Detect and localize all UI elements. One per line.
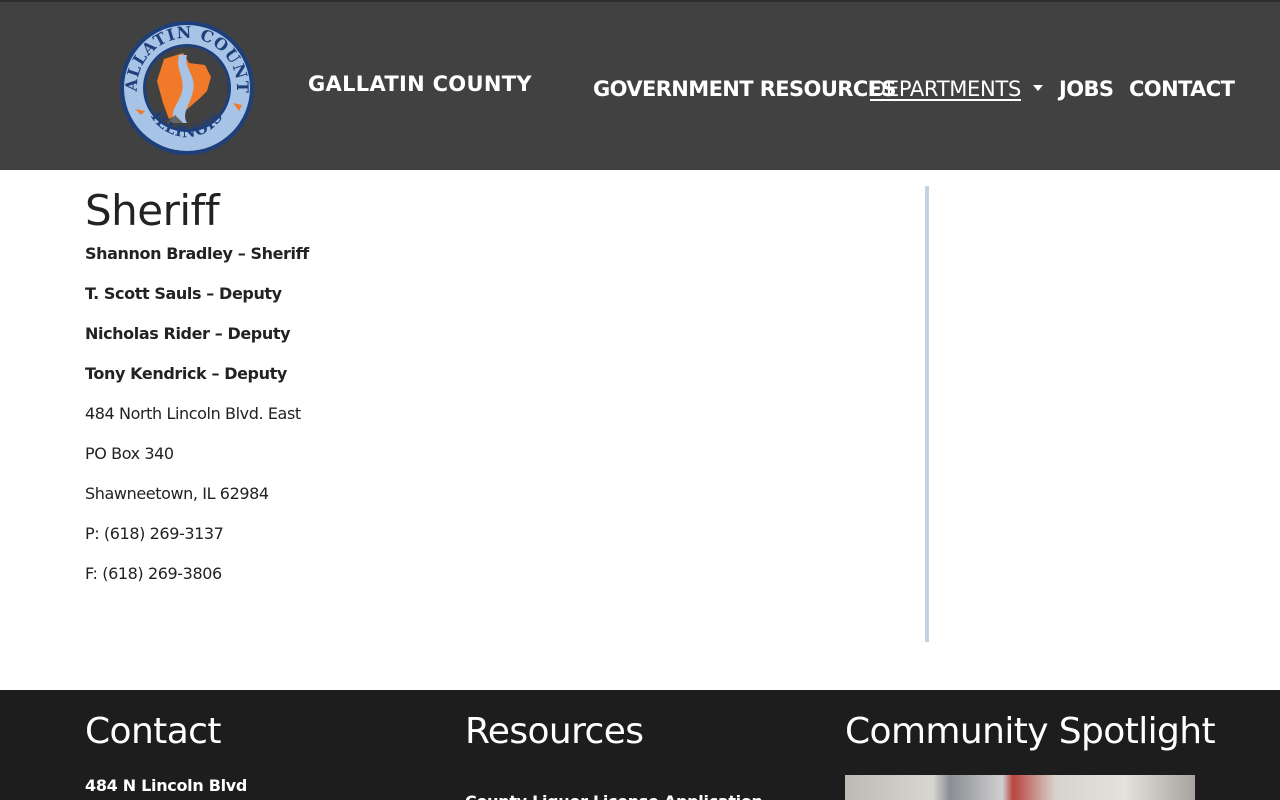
staff-deputy-sauls: T. Scott Sauls – Deputy [85,284,282,303]
footer-contact-heading: Contact [85,711,221,752]
footer-contact: Contact [85,710,221,754]
page-title: Sheriff [85,186,220,235]
nav-departments[interactable]: DEPARTMENTS [870,77,1043,101]
site-footer: Contact 484 N Lincoln Blvd Resources Cou… [0,690,1280,800]
footer-resources-heading: Resources [465,711,644,752]
phone-number: P: (618) 269-3137 [85,524,224,543]
address-street: 484 North Lincoln Blvd. East [85,404,301,423]
nav-jobs[interactable]: JOBS [1059,77,1114,101]
staff-sheriff: Shannon Bradley – Sheriff [85,244,309,263]
main-content: Sheriff Shannon Bradley – Sheriff T. Sco… [85,186,885,584]
site-header: GALLATIN COUNTY ILLINOIS GALLATIN COUNTY… [0,0,1280,170]
staff-deputy-rider: Nicholas Rider – Deputy [85,324,291,343]
nav-contact[interactable]: CONTACT [1129,77,1235,101]
sidebar-divider [925,186,929,642]
footer-spotlight-heading: Community Spotlight [845,711,1216,752]
chevron-down-icon[interactable] [1032,85,1043,91]
nav-government-resources[interactable]: GOVERNMENT RESOURCES [593,77,897,101]
footer-spotlight: Community Spotlight [845,710,1216,754]
site-title[interactable]: GALLATIN COUNTY [308,72,532,96]
address-po-box: PO Box 340 [85,444,174,463]
address-city: Shawneetown, IL 62984 [85,484,269,503]
footer-contact-address: 484 N Lincoln Blvd [85,776,248,795]
staff-deputy-kendrick: Tony Kendrick – Deputy [85,364,287,383]
county-seal-logo[interactable]: GALLATIN COUNTY ILLINOIS [117,19,257,157]
main-nav: GOVERNMENT RESOURCES DEPARTMENTS JOBS CO… [593,74,1235,104]
spotlight-video-thumbnail[interactable] [845,775,1195,800]
fax-number: F: (618) 269-3806 [85,564,222,583]
nav-departments-label[interactable]: DEPARTMENTS [870,77,1021,101]
footer-resources: Resources [465,710,644,754]
footer-resource-link[interactable]: County Liquor License Application [465,792,763,800]
